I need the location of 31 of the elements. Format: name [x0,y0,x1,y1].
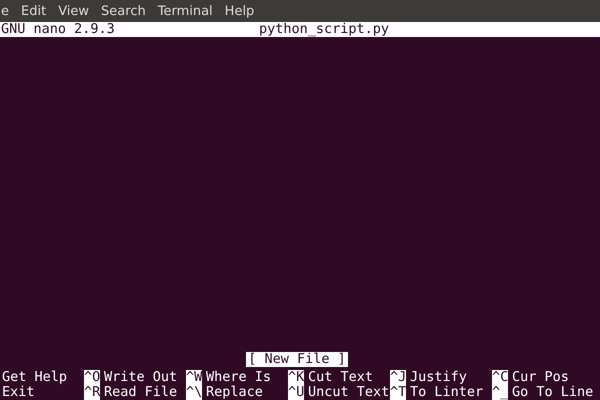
shortcut-label: Get Help [2,370,68,385]
shortcut-label: To Linter [410,385,484,400]
shortcut-label: Exit [2,385,35,400]
shortcut-label: Go To Line [512,385,594,400]
menu-item[interactable]: e [1,4,9,18]
menu-item[interactable]: Edit [21,4,46,18]
shortcut-key: ^R [84,385,100,400]
shortcut-key: ^C [492,370,508,385]
shortcut-label: Replace [206,385,263,400]
menu-item[interactable]: Search [101,4,146,18]
menu-item[interactable]: Help [224,4,254,18]
shortcut-label: Justify [410,370,467,385]
shortcut-key: ^U [288,385,304,400]
shortcut-key: ^J [390,370,406,385]
file-name: python_script.py [259,22,390,37]
shortcut-label: Cut Text [308,370,374,385]
program-version: GNU nano 2.9.3 [1,22,116,37]
shortcut-key: ^\ [186,385,202,400]
shortcut-key: ^W [186,370,202,385]
shortcut-key: ^T [390,385,406,400]
shortcut-label: Cur Pos [512,370,569,385]
status-message: [ New File ] [246,352,348,367]
menu-item[interactable]: View [58,4,90,18]
menu-item[interactable]: Terminal [158,4,213,18]
shortcut-label: Write Out [104,370,178,385]
shortcut-label: Read File [104,385,178,400]
shortcut-label: Uncut Text [308,385,390,400]
shortcut-label: Where Is [206,370,272,385]
shortcut-key: ^_ [492,385,508,400]
shortcut-key: ^O [84,370,100,385]
shortcut-key: ^K [288,370,304,385]
